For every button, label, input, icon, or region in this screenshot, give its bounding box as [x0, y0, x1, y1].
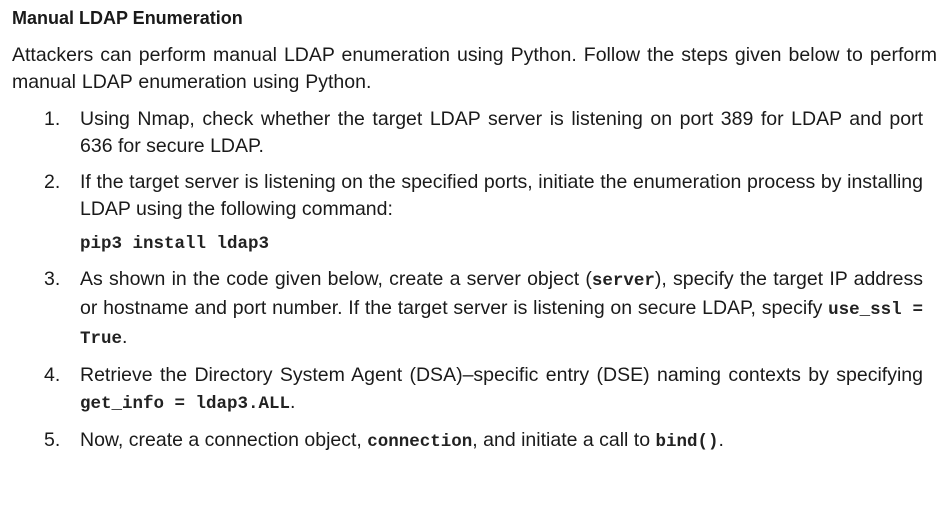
document-page: Manual LDAP Enumeration Attackers can pe…	[12, 6, 937, 465]
step-text-part: Using Nmap, check whether the target LDA…	[80, 108, 923, 157]
step-text-part: Retrieve the Directory System Agent (DSA…	[80, 364, 923, 386]
inline-code: bind()	[655, 432, 719, 452]
step-text: Retrieve the Directory System Agent (DSA…	[80, 362, 937, 418]
section-heading: Manual LDAP Enumeration	[12, 8, 243, 28]
intro-paragraph: Attackers can perform manual LDAP enumer…	[12, 44, 937, 93]
step-item-4: 4. Retrieve the Directory System Agent (…	[44, 362, 937, 418]
inline-code: get_info = ldap3.ALL	[80, 394, 291, 414]
steps-list: 1. Using Nmap, check whether the target …	[12, 106, 937, 456]
step-item-2: 2. If the target server is listening on …	[44, 169, 937, 257]
step-number: 1.	[44, 108, 61, 130]
step-number: 4.	[44, 364, 61, 386]
step-item-5: 5. Now, create a connection object, conn…	[44, 427, 937, 456]
step-number: 3.	[44, 268, 61, 290]
step-text: Using Nmap, check whether the target LDA…	[80, 106, 937, 160]
step-text-part: .	[122, 326, 128, 348]
step-text-part: .	[718, 429, 724, 451]
inline-code: server	[591, 271, 655, 291]
step-text: Now, create a connection object, connect…	[80, 427, 937, 456]
step-text-part: .	[290, 391, 296, 413]
inline-code: connection	[367, 432, 473, 452]
step-item-3: 3. As shown in the code given below, cre…	[44, 266, 937, 353]
step-number: 5.	[44, 429, 61, 451]
step-item-1: 1. Using Nmap, check whether the target …	[44, 106, 937, 160]
step-text-part: As shown in the code given below, create…	[80, 268, 592, 290]
command-code-block: pip3 install ldap3	[80, 234, 270, 254]
step-text: As shown in the code given below, create…	[80, 266, 937, 353]
step-text-part: If the target server is listening on the…	[80, 171, 923, 220]
step-text: If the target server is listening on the…	[80, 169, 937, 257]
step-number: 2.	[44, 171, 61, 193]
step-text-part: Now, create a connection object,	[80, 429, 368, 451]
step-text-part: , and initiate a call to	[472, 429, 656, 451]
